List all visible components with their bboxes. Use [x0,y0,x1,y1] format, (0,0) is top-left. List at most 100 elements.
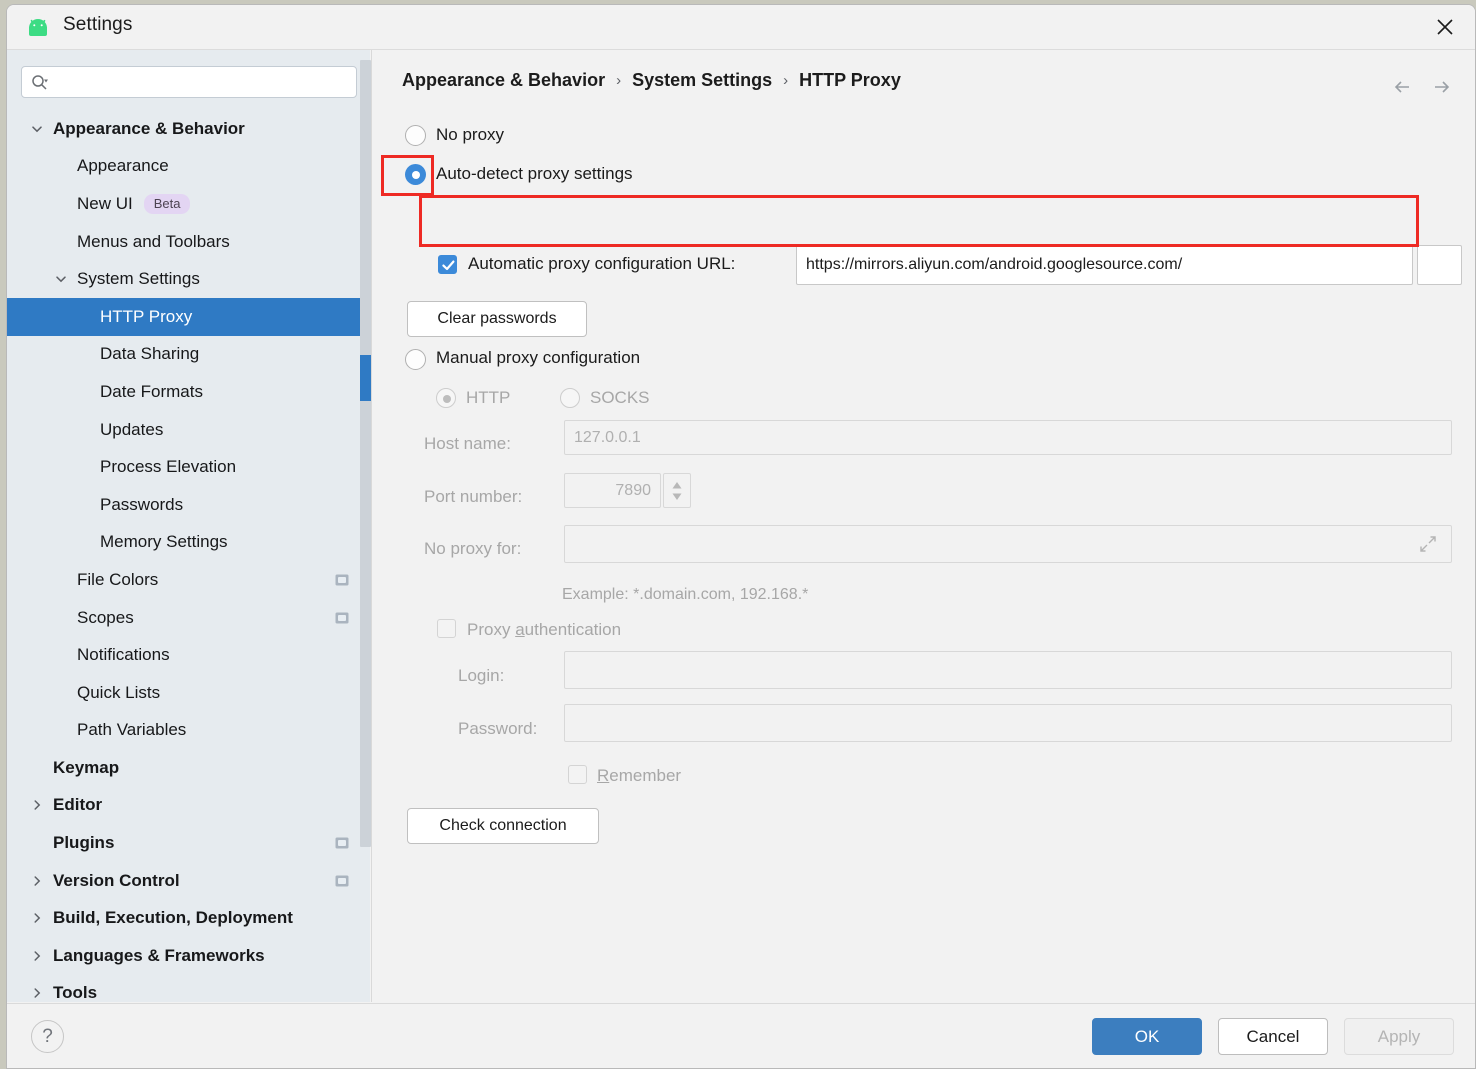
breadcrumb-separator: › [616,72,622,89]
password-input[interactable] [564,704,1452,742]
protocol-socks-radio[interactable] [560,388,580,408]
chevron-right-icon[interactable] [30,874,44,888]
search-input[interactable] [56,67,352,97]
no-proxy-for-input[interactable] [564,525,1452,563]
sidebar-item-updates[interactable]: Updates [7,411,370,449]
breadcrumb-item-1[interactable]: System Settings [632,70,772,91]
no-proxy-label: No proxy [436,125,505,144]
login-input[interactable] [564,651,1452,689]
sidebar-item-path-variables[interactable]: Path Variables [7,712,370,750]
pac-url-extra-button[interactable] [1417,245,1462,285]
search-box[interactable] [21,66,357,98]
sidebar-item-label: Updates [100,419,164,439]
pac-url-input[interactable]: https://mirrors.aliyun.com/android.googl… [796,245,1413,285]
breadcrumb-separator: › [783,72,789,89]
sidebar-item-version-control[interactable]: Version Control [7,862,370,900]
sidebar-item-label: Plugins [53,833,115,853]
settings-tree: Appearance & Behavior Appearance New UI Bet… [7,110,370,1002]
proxy-authentication-checkbox[interactable] [437,619,456,638]
close-icon[interactable] [1415,5,1475,49]
sidebar-item-menus-and-toolbars[interactable]: Menus and Toolbars [7,223,370,261]
sidebar-scrollbar-track[interactable] [360,60,371,847]
protocol-http-radio[interactable] [436,388,456,408]
search-icon [31,74,48,91]
cancel-button[interactable]: Cancel [1218,1018,1328,1055]
auto-detect-proxy-radio[interactable] [405,164,426,185]
sidebar-item-system-settings[interactable]: System Settings [7,260,370,298]
sidebar-item-file-colors[interactable]: File Colors [7,561,370,599]
sidebar-item-label: Date Formats [100,381,203,401]
check-connection-button[interactable]: Check connection [407,808,599,844]
remember-checkbox[interactable] [568,765,587,784]
remember-label: Remember [597,766,682,785]
scope-icon [335,874,349,887]
sidebar-item-label: Appearance & Behavior [53,118,245,138]
host-name-input[interactable]: 127.0.0.1 [564,420,1452,455]
window-title: Settings [63,14,133,35]
sidebar-item-label: Keymap [53,757,120,777]
sidebar-item-quick-lists[interactable]: Quick Lists [7,674,370,712]
port-number-label: Port number: [424,487,523,506]
breadcrumb: Appearance & Behavior › System Settings › HT… [402,70,901,91]
pac-url-checkbox[interactable] [438,255,457,274]
sidebar-item-label: Version Control [53,870,180,890]
port-number-input[interactable]: 7890 [564,473,661,508]
sidebar-item-appearance-behavior[interactable]: Appearance & Behavior [7,110,370,148]
title-bar: Settings [7,5,1475,50]
sidebar-item-label: Editor [53,795,103,815]
sidebar-item-date-formats[interactable]: Date Formats [7,373,370,411]
sidebar-item-scopes[interactable]: Scopes [7,599,370,637]
sidebar-item-memory-settings[interactable]: Memory Settings [7,524,370,562]
sidebar-item-label: Menus and Toolbars [77,231,230,251]
manual-proxy-radio[interactable] [405,349,426,370]
protocol-http-label: HTTP [466,388,511,407]
sidebar-scrollbar-thumb[interactable] [360,355,371,401]
sidebar-item-languages-frameworks[interactable]: Languages & Frameworks [7,937,370,975]
arrow-left-icon[interactable] [1389,74,1415,100]
sidebar-item-label: Path Variables [77,720,187,740]
sidebar-item-new-ui[interactable]: New UI Beta [7,185,370,223]
sidebar-item-keymap[interactable]: Keymap [7,749,370,787]
no-proxy-radio[interactable] [405,125,426,146]
chevron-down-icon[interactable] [54,272,68,286]
chevron-right-icon[interactable] [30,798,44,812]
expand-icon[interactable] [1419,535,1437,558]
sidebar-item-label: Quick Lists [77,682,161,702]
password-label: Password: [458,719,538,738]
chevron-right-icon[interactable] [30,911,44,925]
breadcrumb-item-2[interactable]: HTTP Proxy [799,70,901,91]
proxy-authentication-label: Proxy authentication [467,620,622,639]
sidebar-item-appearance[interactable]: Appearance [7,148,370,186]
clear-passwords-button[interactable]: Clear passwords [407,301,587,337]
chevron-down-icon[interactable] [30,122,44,136]
chevron-right-icon[interactable] [30,949,44,963]
help-icon[interactable]: ? [31,1020,64,1053]
sidebar-item-plugins[interactable]: Plugins [7,824,370,862]
sidebar-item-data-sharing[interactable]: Data Sharing [7,336,370,374]
sidebar-item-passwords[interactable]: Passwords [7,486,370,524]
sidebar-item-label: Scopes [77,607,134,627]
no-proxy-example-hint: Example: *.domain.com, 192.168.* [562,586,809,603]
sidebar-item-label: Build, Execution, Deployment [53,908,293,928]
sidebar-item-build-execution-deployment[interactable]: Build, Execution, Deployment [7,899,370,937]
auto-detect-proxy-label: Auto-detect proxy settings [436,164,633,183]
settings-content-pane: Appearance & Behavior › System Settings › HT… [372,50,1475,1002]
sidebar-item-http-proxy[interactable]: HTTP Proxy [7,297,370,336]
breadcrumb-item-0[interactable]: Appearance & Behavior [402,70,605,91]
sidebar-item-process-elevation[interactable]: Process Elevation [7,448,370,486]
sidebar-item-label: Appearance [77,156,169,176]
sidebar-item-label: Notifications [77,645,170,665]
settings-dialog: Settings Appearance & Behavior Appearance… [6,4,1476,1069]
sidebar-item-editor[interactable]: Editor [7,787,370,825]
scope-icon [335,836,349,849]
manual-proxy-label: Manual proxy configuration [436,348,641,367]
android-icon [23,17,53,39]
chevron-right-icon[interactable] [30,986,44,1000]
sidebar-item-notifications[interactable]: Notifications [7,636,370,674]
sidebar-item-label: New UI [77,193,133,213]
sidebar-item-tools[interactable]: Tools [7,975,370,1002]
ok-button[interactable]: OK [1092,1018,1202,1055]
arrow-right-icon[interactable] [1429,74,1455,100]
beta-badge: Beta [143,193,191,214]
port-number-stepper[interactable] [663,473,691,508]
